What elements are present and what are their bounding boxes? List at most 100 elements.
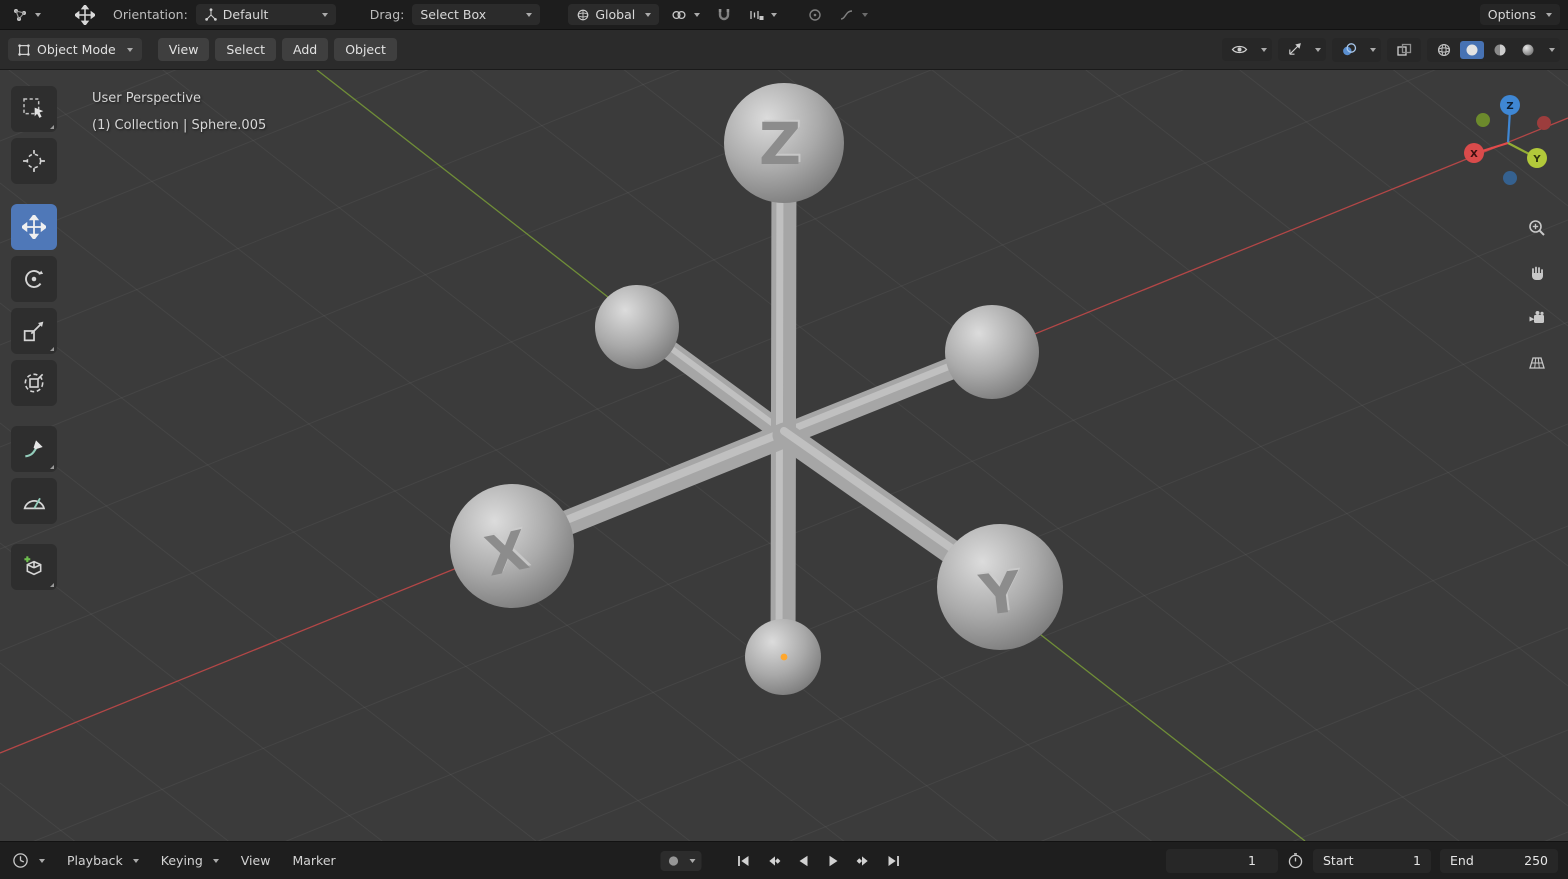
options-button[interactable]: Options	[1479, 4, 1560, 25]
chevron-down-icon[interactable]	[1549, 47, 1555, 52]
next-keyframe-button[interactable]	[850, 849, 878, 873]
gizmo-x-label: X	[1470, 149, 1478, 160]
current-frame-field[interactable]: 1	[1166, 848, 1278, 873]
chevron-down-icon[interactable]	[1315, 47, 1321, 52]
mode-label: Object Mode	[37, 42, 116, 57]
orientation-label: Orientation:	[113, 7, 188, 22]
add-cube-icon	[24, 556, 42, 576]
cursor-3d-icon	[23, 150, 45, 172]
gizmo-neg-z-ball[interactable]	[1503, 171, 1517, 185]
chevron-down-icon[interactable]	[1261, 47, 1267, 52]
tool-transform[interactable]	[11, 360, 57, 406]
menu-view[interactable]: View	[157, 38, 210, 61]
solid-sphere-icon	[1466, 44, 1478, 55]
drag-dropdown[interactable]: Select Box	[412, 4, 541, 25]
letter-z: Z	[759, 110, 801, 178]
prev-keyframe-button[interactable]	[760, 849, 788, 873]
gizmo-neg-x-ball[interactable]	[1537, 116, 1551, 130]
viewport-3d[interactable]: Z Z X X Y Y User Perspective (1) Collect…	[0, 70, 1568, 841]
chevron-down-icon[interactable]	[1370, 47, 1376, 52]
zoom-button[interactable]	[1522, 213, 1552, 243]
snap-toggle-button[interactable]	[712, 4, 736, 26]
record-dot-icon	[668, 855, 679, 866]
rotate-icon	[25, 270, 44, 288]
shading-material-button[interactable]	[1488, 41, 1512, 59]
timeline-marker-menu[interactable]: Marker	[285, 850, 342, 871]
visibility-button[interactable]	[1227, 41, 1252, 58]
xray-icon	[1397, 43, 1412, 56]
snap-mode-button[interactable]	[744, 4, 781, 26]
show-gizmo-button[interactable]	[1283, 41, 1306, 58]
tool-add-primitive[interactable]	[11, 544, 57, 590]
menu-add[interactable]: Add	[281, 38, 329, 61]
chevron-down-icon[interactable]	[689, 858, 696, 863]
proportional-edit-button[interactable]	[803, 4, 827, 26]
current-frame-value: 1	[1248, 853, 1256, 868]
start-frame-field[interactable]: Start 1	[1313, 848, 1431, 873]
camera-view-button[interactable]	[1522, 303, 1552, 333]
gizmo-z-label: Z	[1506, 101, 1513, 112]
pan-button[interactable]	[1522, 258, 1552, 288]
active-tool-move-icon[interactable]	[75, 4, 95, 25]
tool-move[interactable]	[11, 204, 57, 250]
drag-label: Drag:	[369, 7, 405, 22]
jump-start-icon	[738, 855, 749, 866]
shading-solid-button[interactable]	[1460, 40, 1484, 59]
tool-annotate[interactable]	[11, 426, 57, 472]
snap-target-button[interactable]	[667, 4, 704, 26]
overlays-button[interactable]	[1337, 41, 1361, 59]
timeline-view-menu[interactable]: View	[234, 850, 278, 871]
prev-keyframe-icon	[769, 855, 781, 866]
measure-icon	[23, 497, 46, 510]
playback-label: Playback	[67, 853, 123, 868]
select-box-icon	[23, 98, 44, 118]
menu-select[interactable]: Select	[215, 38, 276, 61]
shading-rendered-button[interactable]	[1516, 41, 1540, 59]
xray-toggle-button[interactable]	[1392, 41, 1416, 59]
end-label: End	[1450, 853, 1474, 868]
keying-menu[interactable]: Keying	[154, 850, 226, 871]
end-frame-field[interactable]: End 250	[1440, 848, 1558, 873]
chevron-down-icon	[39, 858, 45, 863]
play-reverse-button[interactable]	[790, 849, 818, 873]
tool-measure[interactable]	[11, 478, 57, 524]
editor-type-button[interactable]	[8, 4, 45, 26]
ortho-grid-icon	[1529, 357, 1545, 369]
material-sphere-icon	[1494, 44, 1506, 55]
transport-controls	[660, 849, 908, 873]
move-icon	[22, 215, 46, 239]
tool-cursor[interactable]	[11, 138, 57, 184]
mode-dropdown[interactable]: Object Mode	[8, 38, 142, 61]
shading-wireframe-button[interactable]	[1432, 41, 1456, 59]
falloff-dropdown[interactable]	[835, 4, 872, 26]
camera-icon	[1529, 311, 1544, 323]
pivot-dropdown[interactable]: Global	[568, 4, 660, 25]
tool-rotate[interactable]	[11, 256, 57, 302]
snap-increment-icon	[750, 10, 764, 20]
play-button[interactable]	[820, 849, 848, 873]
tool-scale[interactable]	[11, 308, 57, 354]
perspective-toggle-button[interactable]	[1522, 348, 1552, 378]
jump-to-start-button[interactable]	[730, 849, 758, 873]
gizmo-neg-y-ball[interactable]	[1476, 113, 1490, 127]
pivot-global-icon	[578, 9, 589, 20]
timeline-editor-type-button[interactable]	[10, 849, 52, 872]
stopwatch-icon[interactable]	[1287, 852, 1304, 869]
navigation-gizmo[interactable]: Z X Y	[1458, 92, 1554, 188]
orientation-dropdown[interactable]: Default	[195, 4, 336, 25]
tool-select-box[interactable]	[11, 86, 57, 132]
eye-icon	[1231, 45, 1248, 54]
playback-menu[interactable]: Playback	[60, 850, 146, 871]
object-origin-dot	[780, 653, 788, 661]
jump-to-end-button[interactable]	[880, 849, 908, 873]
blender-window: Orientation: Default Drag: Select Box Gl…	[0, 0, 1568, 879]
model-axes-object[interactable]: Z Z X X Y Y	[450, 83, 1063, 695]
orientation-icon	[205, 7, 217, 21]
autokey-record-button[interactable]	[667, 854, 681, 868]
chevron-down-icon	[862, 12, 869, 17]
start-label: Start	[1323, 853, 1354, 868]
play-reverse-icon	[799, 855, 808, 866]
wireframe-sphere-icon	[1437, 43, 1451, 56]
hand-icon	[1532, 266, 1543, 280]
menu-object[interactable]: Object	[334, 38, 397, 61]
